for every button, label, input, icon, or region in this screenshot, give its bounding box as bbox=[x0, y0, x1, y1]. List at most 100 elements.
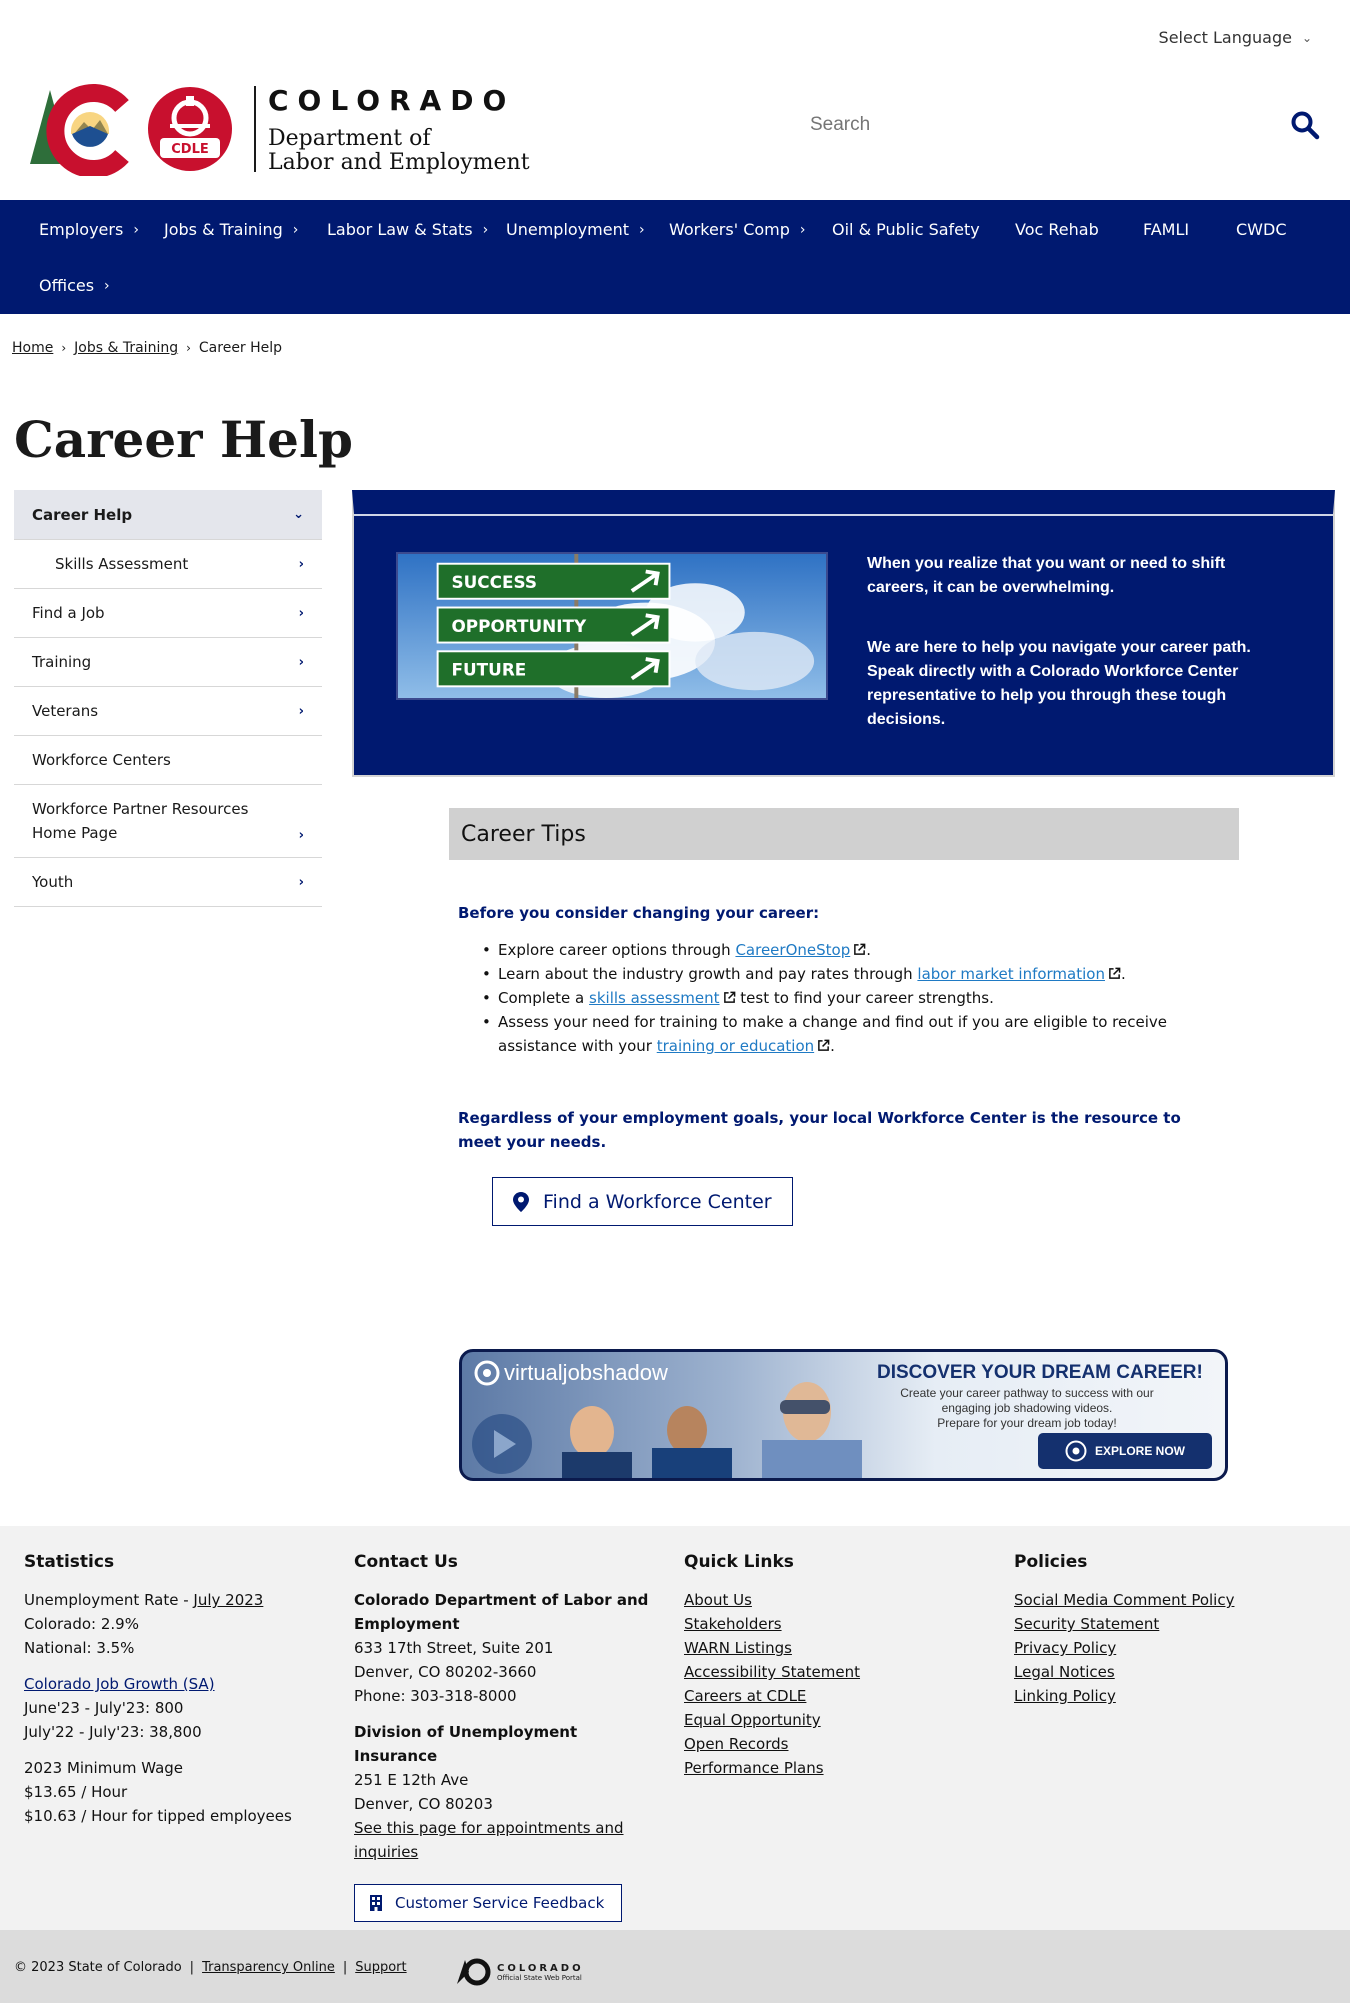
quick-link-careers[interactable]: Careers at CDLE bbox=[684, 1684, 984, 1708]
language-select[interactable]: Select Language ⌄ bbox=[1159, 28, 1312, 47]
job-growth-link[interactable]: Colorado Job Growth (SA) bbox=[24, 1672, 324, 1696]
nav-item-jobs-training[interactable]: Jobs & Training › bbox=[164, 220, 298, 239]
labor-market-info-link[interactable]: labor market information bbox=[917, 965, 1105, 983]
nav-item-workers-comp[interactable]: Workers' Comp › bbox=[669, 220, 806, 239]
footer-heading: Policies bbox=[1014, 1552, 1088, 1572]
nav-item-label: Offices bbox=[39, 276, 95, 295]
chevron-right-icon[interactable]: › bbox=[299, 655, 304, 670]
contact-address-1: 633 17th Street, Suite 201 bbox=[354, 1639, 554, 1657]
career-tips-lead: Before you consider changing your career… bbox=[458, 904, 820, 922]
quick-link-equal-opportunity[interactable]: Equal Opportunity bbox=[684, 1708, 984, 1732]
chevron-down-icon[interactable]: ⌄ bbox=[293, 507, 304, 522]
nav-item-labor-law-stats[interactable]: Labor Law & Stats › bbox=[327, 220, 488, 239]
chevron-right-icon[interactable]: › bbox=[299, 606, 304, 621]
training-education-link[interactable]: training or education bbox=[657, 1037, 814, 1055]
brand-dept-line1: Department of bbox=[268, 125, 431, 151]
footer-heading: Statistics bbox=[24, 1552, 115, 1572]
sidebar-item-skills-assessment[interactable]: Skills Assessment › bbox=[14, 540, 322, 589]
virtual-job-shadow-banner[interactable]: virtualjobshadow DISCOVER YOUR DREAM CAR… bbox=[459, 1349, 1228, 1481]
chevron-right-icon[interactable]: › bbox=[299, 875, 304, 890]
list-item: Learn about the industry growth and pay … bbox=[482, 962, 1242, 986]
sidebar-item-workforce-partner[interactable]: Workforce Partner Resources Home Page › bbox=[14, 785, 322, 858]
sidebar-item-find-a-job[interactable]: Find a Job › bbox=[14, 589, 322, 638]
building-icon bbox=[370, 1895, 382, 1911]
nav-item-cwdc[interactable]: CWDC bbox=[1236, 220, 1286, 239]
policy-linking[interactable]: Linking Policy bbox=[1014, 1684, 1324, 1708]
quick-link-warn[interactable]: WARN Listings bbox=[684, 1636, 984, 1660]
sidebar-item-veterans[interactable]: Veterans › bbox=[14, 687, 322, 736]
min-wage-2: $10.63 / Hour for tipped employees bbox=[24, 1807, 292, 1825]
sidebar-item-label: Workforce Partner Resources Home Page bbox=[32, 800, 249, 842]
search-icon[interactable] bbox=[1290, 110, 1320, 140]
breadcrumb-jobs-training[interactable]: Jobs & Training bbox=[74, 340, 178, 356]
map-pin-icon bbox=[513, 1191, 529, 1212]
nav-item-voc-rehab[interactable]: Voc Rehab bbox=[1015, 220, 1099, 239]
colorado-portal-logo[interactable]: COLORADO Official State Web Portal bbox=[455, 1958, 584, 1986]
quick-link-stakeholders[interactable]: Stakeholders bbox=[684, 1612, 984, 1636]
find-workforce-center-button[interactable]: Find a Workforce Center bbox=[492, 1177, 793, 1226]
breadcrumb: Home › Jobs & Training › Career Help bbox=[12, 340, 282, 356]
external-link-icon bbox=[818, 1039, 830, 1051]
chevron-right-icon[interactable]: › bbox=[299, 704, 304, 719]
contact-org-2: Division of Unemployment Insurance bbox=[354, 1723, 578, 1765]
chevron-right-icon[interactable]: › bbox=[299, 557, 304, 572]
sidebar-item-label: Workforce Centers bbox=[32, 751, 171, 769]
separator: | bbox=[342, 1960, 348, 1975]
sign-opportunity: OPPORTUNITY bbox=[452, 617, 588, 636]
transparency-online-link[interactable]: Transparency Online bbox=[202, 1960, 335, 1975]
policy-privacy[interactable]: Privacy Policy bbox=[1014, 1636, 1324, 1660]
sidebar-item-label: Skills Assessment bbox=[55, 555, 189, 573]
customer-feedback-button[interactable]: Customer Service Feedback bbox=[354, 1884, 622, 1922]
brand-dept-line2: Labor and Employment bbox=[268, 149, 530, 175]
breadcrumb-home[interactable]: Home bbox=[12, 340, 53, 356]
sidebar-item-training[interactable]: Training › bbox=[14, 638, 322, 687]
sidebar-item-workforce-centers[interactable]: Workforce Centers bbox=[14, 736, 322, 785]
sidebar-item-career-help[interactable]: Career Help ⌄ bbox=[14, 490, 322, 540]
chevron-right-icon: › bbox=[638, 221, 645, 238]
sidebar-item-youth[interactable]: Youth › bbox=[14, 858, 322, 907]
portal-logo-line1: COLORADO bbox=[497, 1962, 584, 1974]
skills-assessment-link[interactable]: skills assessment bbox=[589, 989, 720, 1007]
chevron-right-icon: › bbox=[133, 221, 139, 238]
chevron-right-icon: › bbox=[104, 277, 110, 294]
explore-now-button[interactable]: EXPLORE NOW bbox=[1038, 1433, 1212, 1469]
footer-heading: Quick Links bbox=[684, 1552, 794, 1572]
min-wage-label: 2023 Minimum Wage bbox=[24, 1759, 184, 1777]
portal-logo-line2: Official State Web Portal bbox=[497, 1973, 582, 1982]
nav-item-label: Oil & Public Safety bbox=[832, 220, 980, 239]
tip-text: Learn about the industry growth and pay … bbox=[498, 965, 918, 983]
support-link[interactable]: Support bbox=[355, 1960, 406, 1975]
contact-city-1: Denver, CO 80202-3660 bbox=[354, 1663, 537, 1681]
chevron-right-icon[interactable]: › bbox=[299, 828, 304, 843]
quick-link-performance-plans[interactable]: Performance Plans bbox=[684, 1756, 984, 1780]
policy-legal[interactable]: Legal Notices bbox=[1014, 1660, 1324, 1684]
banner-subtitle-1: Create your career pathway to success wi… bbox=[900, 1386, 1154, 1415]
quick-link-open-records[interactable]: Open Records bbox=[684, 1732, 984, 1756]
tip-text: . bbox=[830, 1037, 835, 1055]
banner-title: DISCOVER YOUR DREAM CAREER! bbox=[877, 1362, 1203, 1383]
nav-item-famli[interactable]: FAMLI bbox=[1143, 220, 1189, 239]
unemployment-date-link[interactable]: July 2023 bbox=[193, 1591, 263, 1609]
external-link-icon bbox=[854, 943, 866, 955]
cdle-logo-icon: CDLE bbox=[148, 87, 232, 171]
nav-item-unemployment[interactable]: Unemployment › bbox=[506, 220, 645, 239]
list-item: Complete a skills assessment test to fin… bbox=[482, 986, 1242, 1010]
quick-link-about[interactable]: About Us bbox=[684, 1588, 984, 1612]
nav-item-oil-public-safety[interactable]: Oil & Public Safety bbox=[832, 220, 980, 239]
nav-item-label: Workers' Comp bbox=[669, 220, 790, 239]
policy-security[interactable]: Security Statement bbox=[1014, 1612, 1324, 1636]
sign-future: FUTURE bbox=[452, 661, 527, 680]
appointments-link[interactable]: See this page for appointments and inqui… bbox=[354, 1816, 654, 1864]
search-bar bbox=[810, 110, 1320, 140]
policy-social-media[interactable]: Social Media Comment Policy bbox=[1014, 1588, 1324, 1612]
breadcrumb-current: Career Help bbox=[198, 340, 283, 356]
nav-item-employers[interactable]: Employers › bbox=[39, 220, 139, 239]
quick-link-accessibility[interactable]: Accessibility Statement bbox=[684, 1660, 984, 1684]
search-input[interactable] bbox=[810, 114, 1210, 136]
find-workforce-center-label: Find a Workforce Center bbox=[543, 1190, 772, 1213]
job-growth-2: July'22 - July'23: 38,800 bbox=[24, 1723, 202, 1741]
nav-item-offices[interactable]: Offices › bbox=[39, 276, 110, 295]
careeronestop-link[interactable]: CareerOneStop bbox=[735, 941, 850, 959]
vjs-logo-icon bbox=[474, 1360, 500, 1386]
site-logo[interactable]: CDLE COLORADO Department of Labor and Em… bbox=[28, 82, 530, 176]
